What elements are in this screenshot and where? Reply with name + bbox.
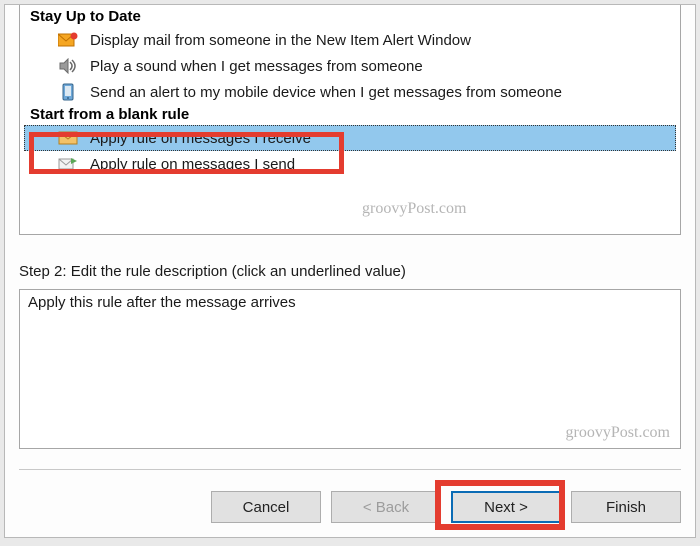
finish-button[interactable]: Finish <box>571 491 681 523</box>
wizard-button-row: Cancel < Back Next > Finish <box>211 491 681 523</box>
rule-item-play-sound[interactable]: Play a sound when I get messages from so… <box>20 53 680 79</box>
step2-instruction: Step 2: Edit the rule description (click… <box>19 263 406 280</box>
speaker-icon <box>56 56 80 76</box>
section-header-stay-up-to-date: Stay Up to Date <box>20 7 680 27</box>
watermark-text: groovyPost.com <box>566 424 670 442</box>
rule-item-new-item-alert[interactable]: Display mail from someone in the New Ite… <box>20 27 680 53</box>
rule-item-label: Apply rule on messages I send <box>90 156 295 173</box>
rule-item-mobile-alert[interactable]: Send an alert to my mobile device when I… <box>20 79 680 105</box>
mobile-icon <box>56 82 80 102</box>
separator <box>19 469 681 470</box>
rule-item-label: Display mail from someone in the New Ite… <box>90 32 471 49</box>
rule-item-label: Send an alert to my mobile device when I… <box>90 84 562 101</box>
rule-template-list: Stay Up to Date Display mail from someon… <box>19 5 681 235</box>
envelope-in-icon <box>56 128 80 148</box>
back-button: < Back <box>331 491 441 523</box>
rule-description-text: Apply this rule after the message arrive… <box>28 294 296 311</box>
rule-item-messages-receive[interactable]: Apply rule on messages I receive <box>24 125 676 151</box>
envelope-alert-icon <box>56 30 80 50</box>
section-header-blank-rule: Start from a blank rule <box>20 105 680 125</box>
watermark-text: groovyPost.com <box>362 200 466 218</box>
next-button[interactable]: Next > <box>451 491 561 523</box>
envelope-out-icon <box>56 154 80 174</box>
rule-item-label: Apply rule on messages I receive <box>90 130 311 147</box>
rule-item-messages-send[interactable]: Apply rule on messages I send <box>20 151 680 177</box>
rule-item-label: Play a sound when I get messages from so… <box>90 58 423 75</box>
rule-description-panel: Apply this rule after the message arrive… <box>19 289 681 449</box>
cancel-button[interactable]: Cancel <box>211 491 321 523</box>
